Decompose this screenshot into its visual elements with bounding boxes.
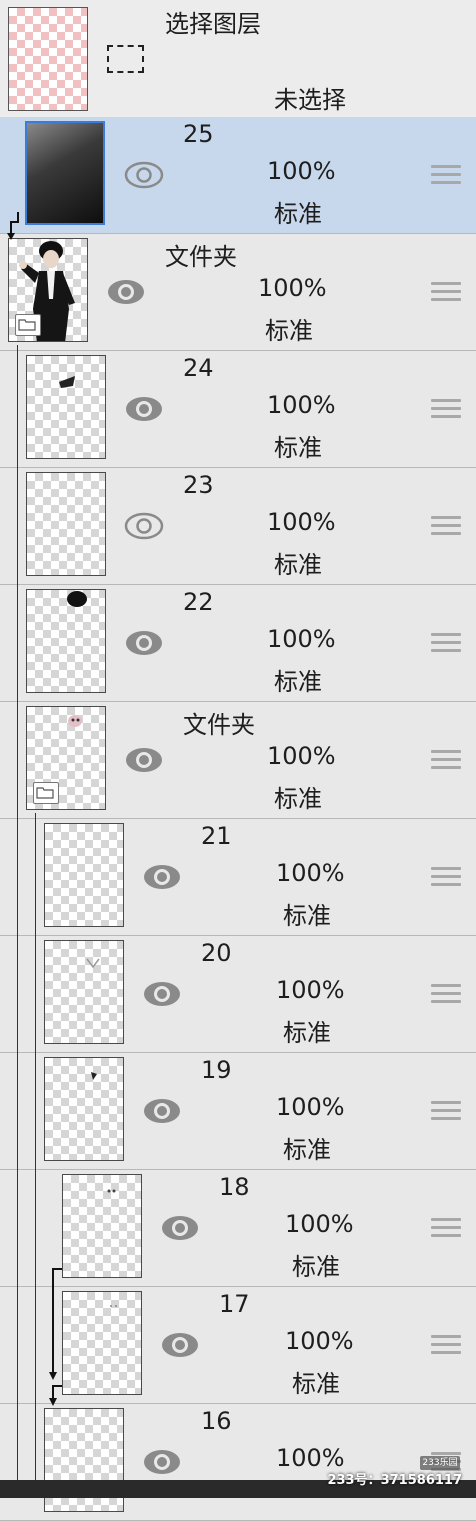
layer-thumbnail bbox=[25, 121, 105, 225]
layer-blend-mode: 标准 bbox=[274, 200, 322, 228]
layer-opacity: 100% bbox=[276, 1093, 345, 1121]
layer-name: 21 bbox=[201, 822, 232, 850]
layer-row-25[interactable]: 25 100% 标准 bbox=[0, 117, 476, 234]
eye-icon[interactable] bbox=[124, 395, 164, 423]
layer-thumbnail bbox=[44, 1057, 124, 1161]
layer-opacity: 100% bbox=[267, 625, 336, 653]
eye-icon[interactable] bbox=[142, 1448, 182, 1476]
drag-handle-icon[interactable] bbox=[431, 399, 461, 419]
drag-handle-icon[interactable] bbox=[431, 282, 461, 302]
layer-name: 24 bbox=[183, 354, 214, 382]
layer-thumbnail bbox=[26, 355, 106, 459]
eye-icon[interactable] bbox=[142, 1097, 182, 1125]
layer-name: 22 bbox=[183, 588, 214, 616]
drag-handle-icon[interactable] bbox=[431, 750, 461, 770]
eye-icon[interactable] bbox=[160, 1214, 200, 1242]
layer-opacity: 100% bbox=[285, 1327, 354, 1355]
layer-name: 文件夹 bbox=[183, 711, 255, 739]
eye-icon[interactable] bbox=[142, 863, 182, 891]
layer-name: 17 bbox=[219, 1290, 250, 1318]
layer-name: 19 bbox=[201, 1056, 232, 1084]
selection-marquee-icon bbox=[107, 45, 144, 73]
layer-row-19[interactable]: 19 100% 标准 bbox=[0, 1053, 476, 1170]
selection-layer-row[interactable]: 选择图层 未选择 bbox=[0, 0, 476, 118]
layer-row-23[interactable]: 23 100% 标准 bbox=[0, 468, 476, 585]
layer-thumbnail bbox=[62, 1174, 142, 1278]
layer-opacity: 100% bbox=[276, 859, 345, 887]
drag-handle-icon[interactable] bbox=[431, 165, 461, 185]
drag-handle-icon[interactable] bbox=[431, 867, 461, 887]
layer-row-folder[interactable]: 文件夹 100% 标准 bbox=[0, 702, 476, 819]
layer-thumbnail bbox=[44, 940, 124, 1044]
layer-blend-mode: 标准 bbox=[274, 434, 322, 462]
clip-arrow-icon bbox=[7, 212, 19, 240]
layer-row-24[interactable]: 24 100% 标准 bbox=[0, 351, 476, 468]
watermark-text: 233号：371586117 bbox=[327, 1473, 462, 1488]
drag-handle-icon[interactable] bbox=[431, 633, 461, 653]
layer-blend-mode: 标准 bbox=[283, 902, 331, 930]
layer-name: 16 bbox=[201, 1407, 232, 1435]
layer-blend-mode: 标准 bbox=[274, 785, 322, 813]
folder-tree-line bbox=[17, 345, 18, 1480]
drag-handle-icon[interactable] bbox=[431, 1335, 461, 1355]
eye-icon[interactable] bbox=[124, 512, 164, 540]
layer-blend-mode: 标准 bbox=[274, 668, 322, 696]
drag-handle-icon[interactable] bbox=[431, 1218, 461, 1238]
eye-icon[interactable] bbox=[124, 746, 164, 774]
selection-status: 未选择 bbox=[274, 86, 346, 114]
layer-blend-mode: 标准 bbox=[274, 551, 322, 579]
layer-row-17[interactable]: 17 100% 标准 bbox=[0, 1287, 476, 1404]
layer-row-22[interactable]: 22 100% 标准 bbox=[0, 585, 476, 702]
layer-name: 25 bbox=[183, 120, 214, 148]
layer-blend-mode: 标准 bbox=[283, 1136, 331, 1164]
eye-icon[interactable] bbox=[142, 980, 182, 1008]
layer-opacity: 100% bbox=[267, 508, 336, 536]
eye-icon[interactable] bbox=[124, 629, 164, 657]
layer-opacity: 100% bbox=[267, 391, 336, 419]
eye-icon[interactable] bbox=[106, 278, 146, 306]
layer-thumbnail bbox=[8, 238, 88, 342]
drag-handle-icon[interactable] bbox=[431, 516, 461, 536]
layer-thumbnail bbox=[26, 706, 106, 810]
layer-name: 18 bbox=[219, 1173, 250, 1201]
layer-blend-mode: 标准 bbox=[292, 1253, 340, 1281]
layer-row-18[interactable]: 18 100% 标准 bbox=[0, 1170, 476, 1287]
watermark-badge: 233乐园 bbox=[420, 1456, 460, 1470]
layer-blend-mode: 标准 bbox=[283, 1019, 331, 1047]
layer-opacity: 100% bbox=[267, 742, 336, 770]
drag-handle-icon[interactable] bbox=[431, 1101, 461, 1121]
layer-row-21[interactable]: 21 100% 标准 bbox=[0, 819, 476, 936]
layer-name: 20 bbox=[201, 939, 232, 967]
layer-opacity: 100% bbox=[276, 1444, 345, 1472]
folder-icon bbox=[33, 782, 59, 804]
layer-row-16[interactable]: 16 100% bbox=[0, 1404, 476, 1521]
folder-tree-line bbox=[35, 813, 36, 1480]
layer-blend-mode: 标准 bbox=[265, 317, 313, 345]
clip-arrow-icon bbox=[49, 1268, 62, 1406]
selection-layer-title: 选择图层 bbox=[165, 10, 261, 38]
eye-icon[interactable] bbox=[124, 161, 164, 189]
layer-opacity: 100% bbox=[267, 157, 336, 185]
selection-layer-thumbnail bbox=[8, 7, 88, 111]
layer-row-folder[interactable]: 文件夹 100% 标准 bbox=[0, 234, 476, 351]
layer-opacity: 100% bbox=[285, 1210, 354, 1238]
layer-opacity: 100% bbox=[258, 274, 327, 302]
layer-opacity: 100% bbox=[276, 976, 345, 1004]
layer-blend-mode: 标准 bbox=[292, 1370, 340, 1398]
layer-row-20[interactable]: 20 100% 标准 bbox=[0, 936, 476, 1053]
layer-name: 文件夹 bbox=[165, 243, 237, 271]
drag-handle-icon[interactable] bbox=[431, 984, 461, 1004]
layer-thumbnail bbox=[26, 589, 106, 693]
folder-icon bbox=[15, 314, 41, 336]
layer-thumbnail bbox=[62, 1291, 142, 1395]
layer-thumbnail bbox=[44, 823, 124, 927]
eye-icon[interactable] bbox=[160, 1331, 200, 1359]
layer-name: 23 bbox=[183, 471, 214, 499]
layer-thumbnail bbox=[26, 472, 106, 576]
